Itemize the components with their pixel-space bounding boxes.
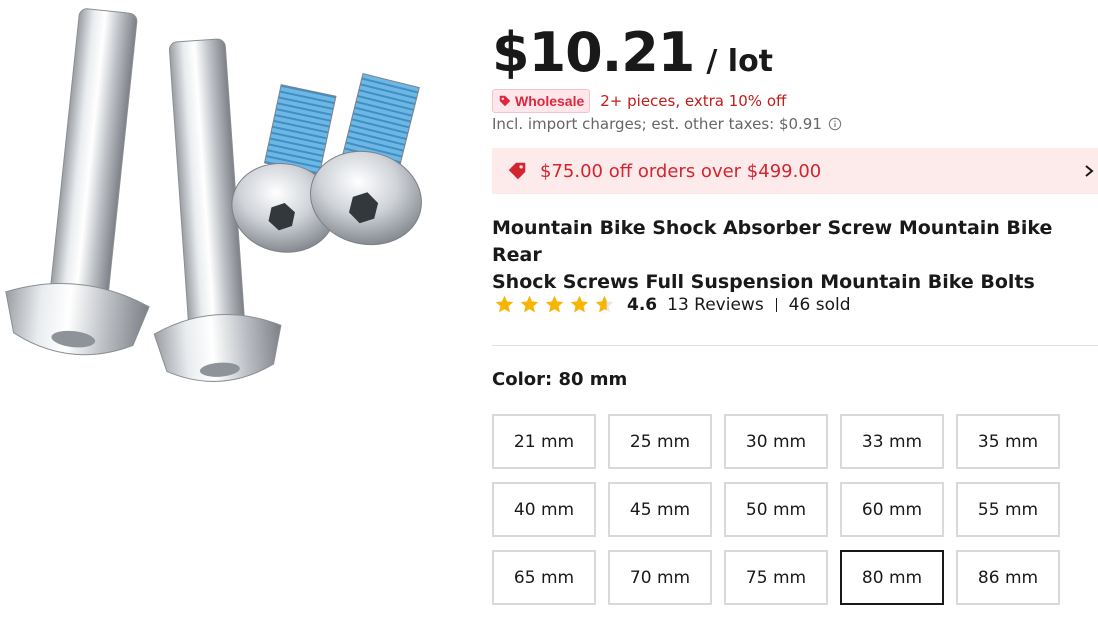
star-icon	[520, 295, 539, 313]
price-amount: $10.21	[492, 21, 695, 84]
coupon-tag-icon	[508, 162, 526, 180]
divider	[492, 345, 1098, 346]
price-unit: / lot	[706, 44, 774, 79]
wholesale-row: Wholesale 2+ pieces, extra 10% off	[492, 89, 786, 113]
star-icon	[495, 295, 514, 313]
size-options: 21 mm 25 mm 30 mm 33 mm 35 mm 40 mm 45 mm 50 mm…	[492, 414, 1060, 605]
size-option-80-mm[interactable]: 80 mm	[840, 550, 944, 605]
sold-count: 46 sold	[788, 294, 851, 315]
star-rating[interactable]	[494, 294, 615, 315]
product-photo	[5, 8, 422, 382]
tax-note: Incl. import charges; est. other taxes: …	[492, 115, 842, 133]
rating-value: 4.6	[627, 294, 658, 315]
size-option-45-mm[interactable]: 45 mm	[608, 482, 712, 537]
star-icon	[545, 295, 564, 313]
size-option-70-mm[interactable]: 70 mm	[608, 550, 712, 605]
reviews-link[interactable]: 13 Reviews	[667, 295, 764, 315]
size-option-86-mm[interactable]: 86 mm	[956, 550, 1060, 605]
product-title-line2: Shock Screws Full Suspension Mountain Bi…	[492, 271, 1035, 293]
wholesale-badge: Wholesale	[492, 89, 591, 113]
size-option-40-mm[interactable]: 40 mm	[492, 482, 596, 537]
size-option-25-mm[interactable]: 25 mm	[608, 414, 712, 469]
wholesale-badge-label: Wholesale	[515, 93, 585, 109]
size-option-21-mm[interactable]: 21 mm	[492, 414, 596, 469]
coupon-banner[interactable]: $75.00 off orders over $499.00	[492, 148, 1098, 194]
color-label: Color: 80 mm	[492, 369, 628, 390]
chevron-right-icon[interactable]	[1082, 161, 1096, 181]
star-icon	[570, 295, 589, 313]
product-image[interactable]	[0, 0, 470, 420]
price-row: $10.21 / lot	[492, 22, 773, 84]
size-option-55-mm[interactable]: 55 mm	[956, 482, 1060, 537]
separator	[775, 297, 777, 312]
product-title: Mountain Bike Shock Absorber Screw Mount…	[492, 215, 1092, 296]
size-option-65-mm[interactable]: 65 mm	[492, 550, 596, 605]
wholesale-offer-text: 2+ pieces, extra 10% off	[600, 92, 787, 110]
size-option-33-mm[interactable]: 33 mm	[840, 414, 944, 469]
star-icon	[595, 295, 614, 313]
size-option-75-mm[interactable]: 75 mm	[724, 550, 828, 605]
tax-note-text: Incl. import charges; est. other taxes: …	[492, 115, 822, 133]
tag-icon	[499, 95, 511, 107]
size-option-30-mm[interactable]: 30 mm	[724, 414, 828, 469]
size-option-60-mm[interactable]: 60 mm	[840, 482, 944, 537]
size-option-50-mm[interactable]: 50 mm	[724, 482, 828, 537]
product-title-line1: Mountain Bike Shock Absorber Screw Mount…	[492, 217, 1053, 266]
rating-row: 4.6 13 Reviews 46 sold	[492, 294, 850, 315]
size-option-35-mm[interactable]: 35 mm	[956, 414, 1060, 469]
coupon-text: $75.00 off orders over $499.00	[540, 160, 822, 182]
info-icon[interactable]	[828, 117, 842, 131]
